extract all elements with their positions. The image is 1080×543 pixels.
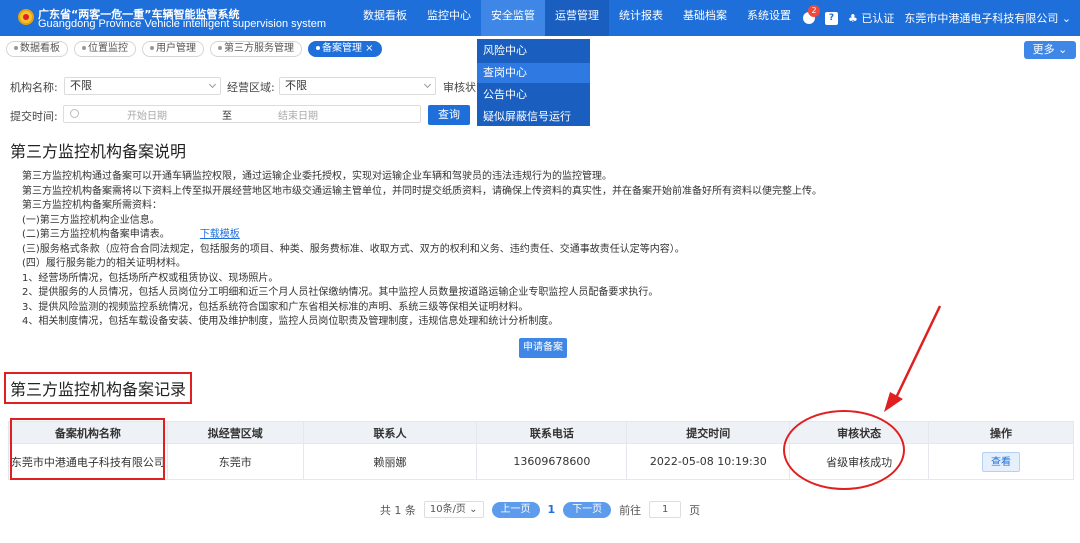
- chevron-down-icon: [423, 80, 432, 89]
- chevron-down-icon: [208, 80, 217, 89]
- goto-label: 前往: [619, 503, 642, 517]
- desc-line: (二)第三方监控机构备案申请表。 下载模板: [22, 229, 240, 240]
- prev-page-button[interactable]: 上一页: [491, 501, 540, 518]
- date-range-picker[interactable]: 开始日期 至 结束日期: [63, 105, 421, 123]
- cell-area: 东莞市: [166, 443, 304, 480]
- records-table: 备案机构名称 拟经营区域 联系人 联系电话 提交时间 审核状态 操作 东莞市中港…: [8, 421, 1074, 480]
- filing-records-title: 第三方监控机构备案记录: [4, 372, 193, 404]
- nav-data-board[interactable]: 数据看板: [353, 0, 417, 36]
- annotation-arrow: [884, 305, 942, 412]
- notification-icon[interactable]: 2: [803, 5, 820, 24]
- help-icon[interactable]: ?: [825, 11, 838, 25]
- to-label: 至: [222, 111, 232, 122]
- main-nav: 数据看板 监控中心 安全监管 运营管理 统计报表 基础档案 系统设置: [353, 0, 801, 36]
- nav-operations[interactable]: 运营管理: [545, 0, 609, 36]
- apply-filing-button[interactable]: 申请备案: [519, 338, 567, 358]
- end-date-input[interactable]: 结束日期: [278, 107, 318, 122]
- org-select[interactable]: 不限: [64, 77, 221, 95]
- annotation-oval: [783, 410, 905, 490]
- desc-line: 第三方监控机构备案需将以下资料上传至拟开展经营地区地市级交通运输主管单位，并同时…: [22, 185, 822, 197]
- table-header-row: 备案机构名称 拟经营区域 联系人 联系电话 提交时间 审核状态 操作: [8, 421, 1074, 444]
- menu-notice-center[interactable]: 公告中心: [477, 85, 590, 105]
- tab-location-monitor[interactable]: 位置监控: [74, 41, 136, 57]
- top-header: 广东省“两客一危一重”车辆智能监管系统 Guangdong Province V…: [0, 0, 1080, 36]
- operations-dropdown: 风险中心 查岗中心 公告中心 疑似屏蔽信号运行: [477, 39, 590, 126]
- download-template-link[interactable]: 下载模板: [200, 229, 240, 240]
- start-date-input[interactable]: 开始日期: [127, 107, 167, 122]
- goto-page-input[interactable]: 1: [649, 501, 682, 518]
- col-phone: 联系电话: [476, 421, 628, 444]
- tab-bar: 数据看板 位置监控 用户管理 第三方服务管理 备案管理 ×: [6, 41, 382, 57]
- col-submit-time: 提交时间: [626, 421, 791, 444]
- page-number[interactable]: 1: [548, 503, 556, 516]
- org-label: 机构名称:: [10, 81, 58, 94]
- desc-line: 第三方监控机构备案所需资料：: [22, 200, 162, 211]
- area-select[interactable]: 不限: [279, 77, 436, 95]
- auth-status: ♣ 已认证: [848, 10, 894, 26]
- pagination: 共 1 条 10条/页 ⌄ 上一页 1 下一页 前往 1 页: [0, 501, 1080, 518]
- cell-contact: 赖丽娜: [302, 443, 478, 480]
- cell-phone: 13609678600: [476, 443, 628, 480]
- logo-icon: [18, 9, 34, 25]
- clock-icon: [70, 109, 79, 118]
- bell-icon: ♣: [848, 12, 858, 25]
- filing-instructions-title: 第三方监控机构备案说明: [10, 142, 187, 161]
- col-contact: 联系人: [302, 421, 478, 444]
- menu-signal-blocking[interactable]: 疑似屏蔽信号运行: [477, 107, 590, 127]
- tab-data-board[interactable]: 数据看板: [6, 41, 68, 57]
- menu-inspection-center[interactable]: 查岗中心: [477, 63, 590, 83]
- notification-badge: 2: [808, 5, 820, 17]
- tab-user-management[interactable]: 用户管理: [142, 41, 204, 57]
- desc-line: 1、经营场所情况，包括场所产权或租赁协议、现场照片。: [22, 272, 279, 284]
- table-row: 东莞市中港通电子科技有限公司 东莞市 赖丽娜 13609678600 2022-…: [8, 443, 1074, 480]
- query-button[interactable]: 查询: [428, 105, 470, 125]
- desc-line: 2、提供服务的人员情况，包括人员岗位分工明细和近三个月人员社保缴纳情况。其中监控…: [22, 287, 659, 298]
- annotation-rect: [10, 418, 165, 480]
- cell-submit-time: 2022-05-08 10:19:30: [626, 443, 791, 480]
- desc-line: (一)第三方监控机构企业信息。: [22, 214, 160, 226]
- tab-third-party[interactable]: 第三方服务管理: [210, 41, 302, 57]
- more-button[interactable]: 更多 ⌄: [1024, 41, 1076, 59]
- desc-line: (三)服务格式条款（应符合合同法规定，包括服务的项目、种类、服务费标准、收取方式…: [22, 243, 685, 255]
- page-suffix: 页: [689, 503, 701, 517]
- submit-time-label: 提交时间:: [10, 110, 58, 123]
- nav-monitor-center[interactable]: 监控中心: [417, 0, 481, 36]
- system-title-en: Guangdong Province Vehicle intelligent s…: [38, 18, 326, 30]
- next-page-button[interactable]: 下一页: [563, 501, 612, 518]
- menu-risk-center[interactable]: 风险中心: [477, 41, 590, 61]
- nav-reports[interactable]: 统计报表: [609, 0, 673, 36]
- company-label: 东莞市中港通电子科技有限公司: [904, 12, 1059, 25]
- chevron-down-icon: ⌄: [1061, 12, 1072, 25]
- company-name[interactable]: 东莞市中港通电子科技有限公司 ⌄: [904, 10, 1071, 26]
- area-label: 经营区域:: [227, 81, 275, 94]
- page-size-select[interactable]: 10条/页 ⌄: [423, 501, 484, 518]
- nav-settings[interactable]: 系统设置: [737, 0, 801, 36]
- col-action: 操作: [928, 421, 1074, 444]
- nav-safety[interactable]: 安全监管: [481, 0, 545, 36]
- header-right: 2 ? ♣ 已认证 东莞市中港通电子科技有限公司 ⌄: [803, 0, 1071, 36]
- auth-label: 已认证: [861, 12, 895, 25]
- desc-line: 第三方监控机构通过备案可以开通车辆监控权限，通过运输企业委托授权，实现对运输企业…: [22, 171, 612, 182]
- cell-action: 查看: [928, 443, 1074, 480]
- total-count: 共 1 条: [379, 503, 416, 517]
- col-area: 拟经营区域: [166, 421, 304, 444]
- desc-line: (四）履行服务能力的相关证明材料。: [22, 258, 186, 269]
- view-button[interactable]: 查看: [982, 451, 1021, 472]
- nav-archives[interactable]: 基础档案: [673, 0, 737, 36]
- tab-filing-management[interactable]: 备案管理 ×: [308, 41, 382, 57]
- status-label: 审核状: [443, 81, 476, 94]
